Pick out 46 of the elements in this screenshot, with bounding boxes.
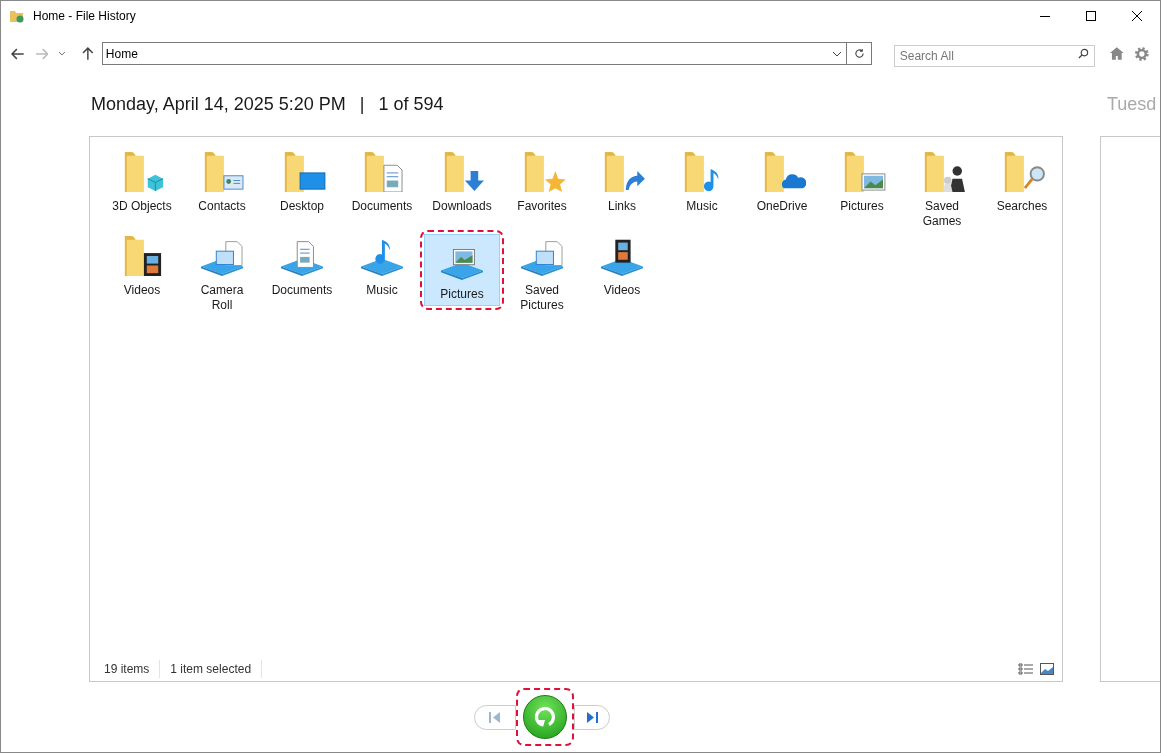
restore-button[interactable] [522,695,567,740]
snapshot-position: 1 of 594 [378,93,444,117]
library-item[interactable]: Saved Pictures [504,230,580,315]
skip-back-icon [488,711,501,723]
maximize-icon [1086,11,1096,22]
search-field[interactable]: Search All [893,44,1095,67]
large-icons-view-icon[interactable] [1040,663,1055,676]
up-arrow-icon[interactable] [82,46,94,61]
refresh-icon [853,48,865,60]
item-count: 19 items [104,660,161,679]
selection-count: 1 item selected [160,660,263,679]
folder-item[interactable]: OneDrive [744,146,820,231]
folder-item[interactable]: Favorites [504,146,580,231]
folder-item[interactable]: 3D Objects [104,146,180,231]
window-title: Home - File History [33,8,136,26]
folder-item[interactable]: Links [584,146,660,231]
app-icon [9,8,25,25]
folder-item[interactable]: Music [664,146,740,231]
dropdown-caret-icon[interactable] [832,50,843,57]
details-view-icon[interactable] [1018,663,1035,676]
search-icon [1077,47,1089,59]
next-snapshot-date: Tuesd [1107,93,1157,117]
folder-item[interactable]: Desktop [264,146,340,231]
snapshot-date: Monday, April 14, 2025 5:20 PM [91,93,346,117]
settings-icon[interactable] [1134,45,1150,62]
back-arrow-icon[interactable] [11,47,25,60]
skip-forward-icon [585,711,598,723]
folder-item[interactable]: Documents [344,146,420,231]
library-item[interactable]: Documents [264,230,340,315]
separator: | [359,93,365,117]
library-item[interactable]: Camera Roll [184,230,260,315]
folder-item[interactable]: Saved Games [904,146,980,231]
library-item[interactable]: Pictures [424,234,500,307]
folder-item[interactable]: Pictures [824,146,900,231]
home-icon[interactable] [1108,46,1125,62]
folder-item[interactable]: Downloads [424,146,500,231]
dropdown-caret-icon[interactable] [58,51,67,57]
library-item[interactable]: Music [344,230,420,315]
folder-item[interactable]: Videos [104,230,180,315]
folder-item[interactable]: Contacts [184,146,260,231]
library-item[interactable]: Videos [584,230,660,315]
refresh-button[interactable] [847,42,872,66]
folder-item[interactable]: Searches [984,146,1060,231]
address-bar[interactable]: Home [101,42,848,66]
minimize-icon [1040,15,1050,17]
close-icon [1132,11,1142,22]
